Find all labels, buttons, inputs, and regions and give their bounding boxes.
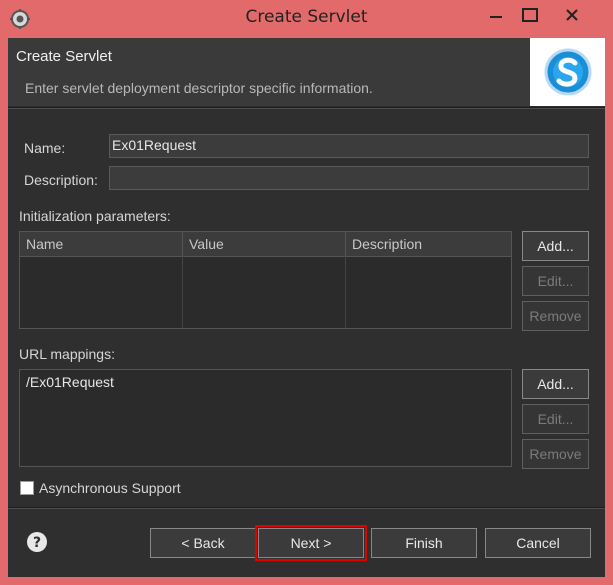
column-header-value[interactable]: Value [183,232,346,256]
column-header-name[interactable]: Name [20,232,183,256]
name-label: Name: [24,140,66,156]
maximize-icon [522,8,538,22]
column-header-description[interactable]: Description [346,232,512,256]
init-params-label: Initialization parameters: [19,208,171,224]
finish-button[interactable]: Finish [371,528,477,558]
name-field[interactable]: Ex01Request [109,134,589,158]
init-params-table-header: Name Value Description [20,232,512,257]
back-button[interactable]: < Back [150,528,256,558]
dialog-client-area: Create Servlet Enter servlet deployment … [8,38,605,577]
wizard-header: Create Servlet Enter servlet deployment … [8,38,605,106]
init-params-edit-button[interactable]: Edit... [522,266,589,296]
close-button[interactable] [555,4,589,28]
minimize-button[interactable] [479,4,513,28]
init-params-remove-button[interactable]: Remove [522,301,589,331]
servlet-logo-icon [544,48,592,96]
cancel-button[interactable]: Cancel [485,528,591,558]
async-support-label[interactable]: Asynchronous Support [39,480,181,496]
next-button[interactable]: Next > [255,525,367,561]
minimize-icon [490,16,502,18]
close-icon [566,9,578,21]
help-icon[interactable]: ? [26,531,48,553]
url-mappings-label: URL mappings: [19,346,115,362]
column-divider [345,256,346,328]
svg-text:?: ? [33,535,41,551]
wizard-description: Enter servlet deployment descriptor spec… [25,80,373,96]
description-label: Description: [24,172,98,188]
header-separator [8,107,605,109]
url-mappings-list[interactable]: /Ex01Request [19,369,512,467]
column-divider [182,256,183,328]
footer-separator [8,507,605,509]
title-bar[interactable]: Create Servlet [0,0,613,38]
create-servlet-window: Create Servlet Create Servlet Enter serv… [0,0,613,585]
url-mappings-edit-button[interactable]: Edit... [522,404,589,434]
wizard-title: Create Servlet [16,48,112,65]
init-params-add-button[interactable]: Add... [522,231,589,261]
init-params-table[interactable]: Name Value Description [19,231,512,329]
header-logo-panel [530,38,605,106]
url-mappings-add-button[interactable]: Add... [522,369,589,399]
maximize-button[interactable] [513,4,547,28]
url-mapping-item[interactable]: /Ex01Request [26,374,114,390]
url-mappings-remove-button[interactable]: Remove [522,439,589,469]
description-field[interactable] [109,166,589,190]
async-support-checkbox[interactable] [20,481,34,495]
